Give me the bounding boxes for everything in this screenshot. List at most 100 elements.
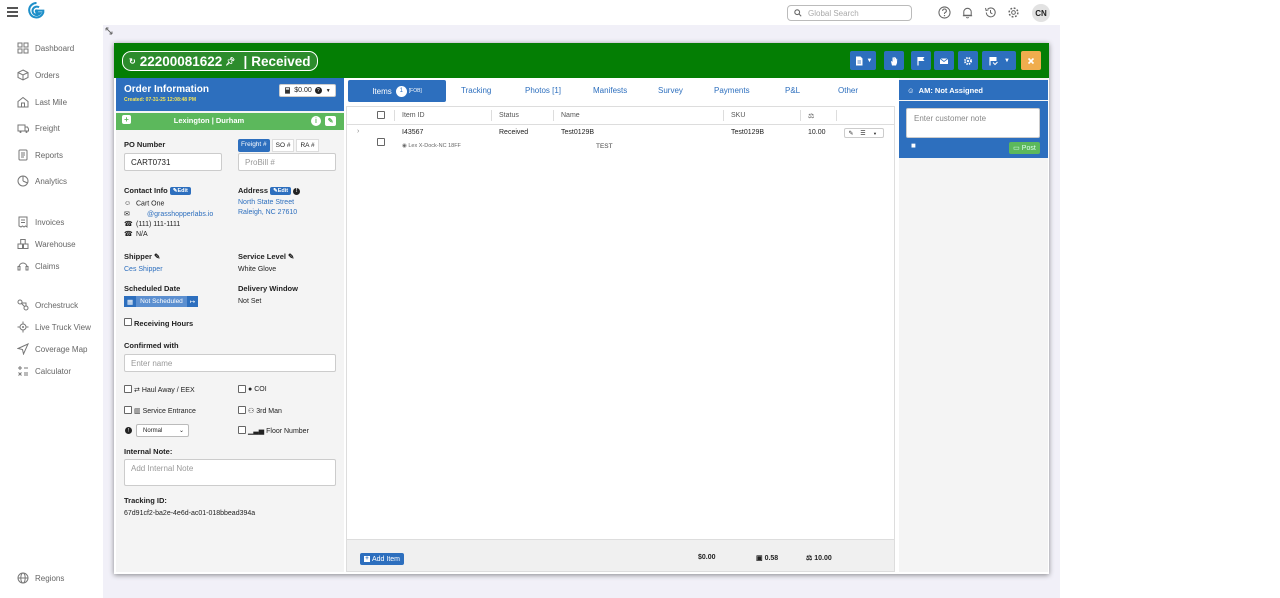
global-search-input[interactable] (808, 8, 908, 18)
pin-icon[interactable]: 📌︎ (225, 57, 235, 66)
add-item-button[interactable]: + Add Item (360, 553, 405, 565)
receiving-hours-checkbox[interactable] (124, 318, 132, 326)
hamburger-menu-icon[interactable] (7, 7, 18, 17)
customer-note-input[interactable] (906, 108, 1040, 138)
tab-other[interactable]: Other (838, 86, 858, 95)
sidebar-item-live-truck-view[interactable]: Live Truck View (17, 321, 91, 333)
address-line2[interactable]: Raleigh, NC 27610 (238, 209, 297, 216)
floor-number-checkbox[interactable] (238, 426, 246, 434)
column-header-item-id[interactable]: Item ID (402, 112, 425, 119)
tab-tracking[interactable]: Tracking (461, 86, 491, 95)
app-logo-icon[interactable] (28, 2, 45, 21)
third-man-checkbox[interactable] (238, 406, 246, 414)
tab-survey[interactable]: Survey (658, 86, 683, 95)
flag-button[interactable] (911, 51, 931, 70)
edit-branch-icon[interactable]: ✎ (325, 116, 336, 126)
sidebar-item-reports[interactable]: Reports (17, 149, 63, 161)
edit-shipper-icon[interactable]: ✎ (154, 252, 160, 261)
row-checkbox[interactable] (377, 138, 385, 146)
truck-icon[interactable]: ■ (911, 141, 916, 150)
select-all-checkbox[interactable] (377, 111, 385, 119)
sidebar-item-coverage-map[interactable]: Coverage Map (17, 343, 87, 355)
sidebar-item-invoices[interactable]: Invoices (17, 216, 64, 228)
refresh-icon[interactable]: ↻ (129, 57, 136, 66)
column-header-sku[interactable]: SKU (731, 112, 745, 119)
row-weight: 10.00 (808, 129, 826, 136)
shipper-value[interactable]: Ces Shipper (124, 266, 163, 273)
order-number-badge[interactable]: ↻ 22200081622 📌︎ | Received (122, 51, 318, 71)
tab-items[interactable]: Items 1 [FOB] (348, 80, 446, 102)
address-edit-button[interactable]: ✎Edit (270, 187, 292, 196)
order-amount-button[interactable]: $0.00 ? ▼ (279, 84, 336, 97)
search-icon (794, 9, 802, 17)
sidebar-item-freight[interactable]: Freight (17, 122, 60, 134)
coi-checkbox[interactable] (238, 385, 246, 393)
row-list-icon[interactable]: ☰ (857, 130, 869, 137)
expand-icon[interactable] (105, 27, 113, 35)
post-note-button[interactable]: ▭ Post (1009, 142, 1040, 154)
coi-label: ● COI (248, 386, 267, 393)
service-entrance-checkbox[interactable] (124, 406, 132, 414)
info-circle-icon[interactable]: ! (293, 187, 301, 195)
sidebar-item-label: Calculator (35, 366, 72, 376)
sidebar-item-calculator[interactable]: Calculator (17, 365, 71, 377)
column-header-status[interactable]: Status (499, 112, 519, 119)
column-header-name[interactable]: Name (561, 112, 580, 119)
document-menu-button[interactable]: ▼ (850, 51, 876, 70)
close-button[interactable] (1021, 51, 1041, 70)
sidebar-item-dashboard[interactable]: Dashboard (17, 42, 74, 54)
tracking-id-label: Tracking ID: (124, 496, 167, 505)
sidebar-item-last-mile[interactable]: Last Mile (17, 96, 67, 108)
tab-ra-number[interactable]: RA # (296, 139, 319, 152)
order-tabs: Items 1 [FOB] Tracking Photos [1] Manife… (346, 78, 896, 104)
info-icon[interactable]: i (311, 116, 321, 126)
haul-away-checkbox[interactable] (124, 385, 132, 393)
sidebar-item-regions[interactable]: Regions (17, 572, 64, 584)
weight-column-icon[interactable]: ⚖︎ (808, 112, 814, 120)
caret-down-icon: ▼ (1004, 57, 1010, 64)
contact-email[interactable]: @grasshopperlabs.io (147, 211, 213, 218)
tab-manifests[interactable]: Manifests (593, 86, 627, 95)
row-caret-down-icon[interactable]: ▼ (869, 131, 881, 136)
scheduled-date-button[interactable]: ▦ Not Scheduled ↦ (124, 296, 199, 307)
po-number-input[interactable] (124, 153, 222, 171)
priority-select[interactable]: Normal ⌄ (136, 424, 189, 437)
internal-note-input[interactable] (124, 459, 336, 486)
confirmed-with-input[interactable] (124, 354, 336, 372)
help-icon[interactable] (938, 6, 951, 19)
contact-edit-button[interactable]: ✎Edit (169, 187, 191, 196)
gear-icon[interactable] (1007, 6, 1020, 19)
user-avatar[interactable]: CN (1032, 4, 1050, 22)
row-actions: ✎ ☰ ▼ (844, 128, 884, 138)
tab-so-number[interactable]: SO # (271, 139, 295, 152)
contact-alt-phone: N/A (136, 230, 148, 238)
table-row[interactable]: › I43567 ◉ Lex X-Dock-NC 18FF Received T… (347, 125, 894, 153)
address-line1[interactable]: North State Street (238, 199, 294, 206)
sidebar-item-analytics[interactable]: Analytics (17, 175, 67, 187)
edit-service-level-icon[interactable]: ✎ (288, 252, 294, 261)
sidebar-item-orchestruck[interactable]: Orchestruck (17, 299, 78, 311)
third-man-text: 3rd Man (256, 408, 282, 415)
row-edit-icon[interactable]: ✎ (845, 130, 857, 137)
tab-payments[interactable]: Payments (714, 86, 750, 95)
contact-email-row[interactable]: ✉︎ @grasshopperlabs.io (124, 210, 213, 218)
global-search[interactable] (787, 5, 912, 21)
order-header: ↻ 22200081622 📌︎ | Received ▼ ▼ (114, 43, 1049, 78)
bell-icon[interactable] (961, 6, 974, 19)
priority-info-icon[interactable]: ! (125, 427, 132, 434)
tab-photos[interactable]: Photos [1] (525, 86, 561, 95)
contact-name-row: ☺︎ Cart One (124, 200, 164, 207)
sidebar-item-claims[interactable]: Claims (17, 260, 59, 272)
email-button[interactable] (934, 51, 954, 70)
row-expand-icon[interactable]: › (357, 128, 359, 135)
settings-button[interactable] (958, 51, 978, 70)
history-icon[interactable] (984, 6, 997, 19)
tab-freight-number[interactable]: Freight # (238, 139, 270, 152)
probill-input[interactable] (238, 153, 336, 171)
hand-button[interactable] (884, 51, 904, 70)
route-menu-button[interactable]: ▼ (982, 51, 1016, 70)
tab-pl[interactable]: P&L (785, 86, 800, 95)
sidebar-item-orders[interactable]: Orders (17, 69, 59, 81)
sidebar-item-warehouse[interactable]: Warehouse (17, 238, 76, 250)
users-icon: ⚇ (248, 408, 255, 415)
